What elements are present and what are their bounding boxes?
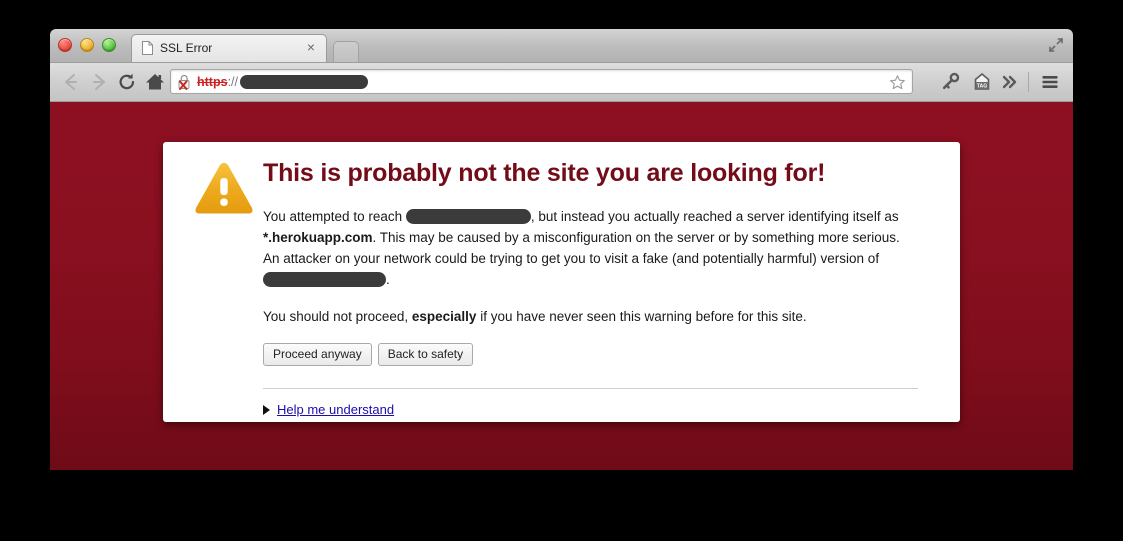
action-buttons: Proceed anyway Back to safety <box>263 343 918 366</box>
omnibox-url-text: https:// <box>197 74 368 90</box>
url-host-redaction <box>239 74 368 89</box>
para2-pre: You should not proceed, <box>263 309 409 324</box>
fullscreen-arrows-icon[interactable] <box>1047 36 1065 54</box>
minimize-window-button[interactable] <box>80 38 94 52</box>
warning-paragraph-1: You attempted to reach , but instead you… <box>263 206 918 290</box>
help-me-understand-expander[interactable]: Help me understand <box>263 402 918 417</box>
tab-title: SSL Error <box>160 41 213 55</box>
page-icon <box>142 41 153 55</box>
tab-strip: SSL Error × <box>50 29 1073 63</box>
browser-toolbar: https:// TAG <box>50 63 1073 102</box>
browser-window: SSL Error × https:// TAG This is probabl… <box>50 29 1073 470</box>
home-button[interactable] <box>144 71 166 93</box>
hostname-redaction-2 <box>263 271 386 287</box>
window-controls <box>58 38 116 52</box>
warning-paragraph-2: You should not proceed, especially if yo… <box>263 306 918 327</box>
zoom-window-button[interactable] <box>102 38 116 52</box>
ssl-interstitial-page: This is probably not the site you are lo… <box>50 102 1073 470</box>
new-tab-button[interactable] <box>333 41 359 62</box>
reload-button[interactable] <box>116 71 138 93</box>
para1-pre: You attempted to reach <box>263 209 403 224</box>
para1-mid: , but instead you actually reached a ser… <box>530 209 899 224</box>
address-bar[interactable]: https:// <box>170 69 913 94</box>
forward-button[interactable] <box>88 71 110 93</box>
star-icon[interactable] <box>889 74 906 91</box>
tab-close-button[interactable]: × <box>304 40 318 54</box>
section-divider <box>263 388 918 389</box>
page-title: This is probably not the site you are lo… <box>263 159 826 187</box>
warning-content: This is probably not the site you are lo… <box>263 159 918 417</box>
wrench-key-icon[interactable] <box>939 71 961 93</box>
help-me-understand-link[interactable]: Help me understand <box>277 402 394 417</box>
url-separator: :// <box>227 75 238 89</box>
warning-triangle-icon <box>195 163 253 214</box>
broken-lock-icon[interactable] <box>177 74 192 90</box>
back-button[interactable] <box>60 71 82 93</box>
tag-icon[interactable]: TAG <box>971 71 993 93</box>
server-identity: *.herokuapp.com <box>263 230 373 245</box>
back-to-safety-button[interactable]: Back to safety <box>377 343 474 366</box>
toolbar-divider <box>1028 72 1029 92</box>
proceed-anyway-button[interactable]: Proceed anyway <box>263 343 372 366</box>
chevron-double-right-icon[interactable] <box>999 71 1021 93</box>
para1-end: . <box>386 272 390 287</box>
tag-icon-label: TAG <box>977 84 988 90</box>
close-window-button[interactable] <box>58 38 72 52</box>
para2-emphasis: especially <box>411 309 477 324</box>
url-scheme: https <box>197 75 228 89</box>
warning-card: This is probably not the site you are lo… <box>163 142 960 422</box>
hostname-redaction-1 <box>405 208 531 224</box>
disclosure-triangle-right-icon[interactable] <box>263 404 270 415</box>
para2-post: if you have never seen this warning befo… <box>480 309 807 324</box>
hamburger-menu-icon[interactable] <box>1039 71 1061 93</box>
browser-tab[interactable]: SSL Error × <box>131 34 327 62</box>
